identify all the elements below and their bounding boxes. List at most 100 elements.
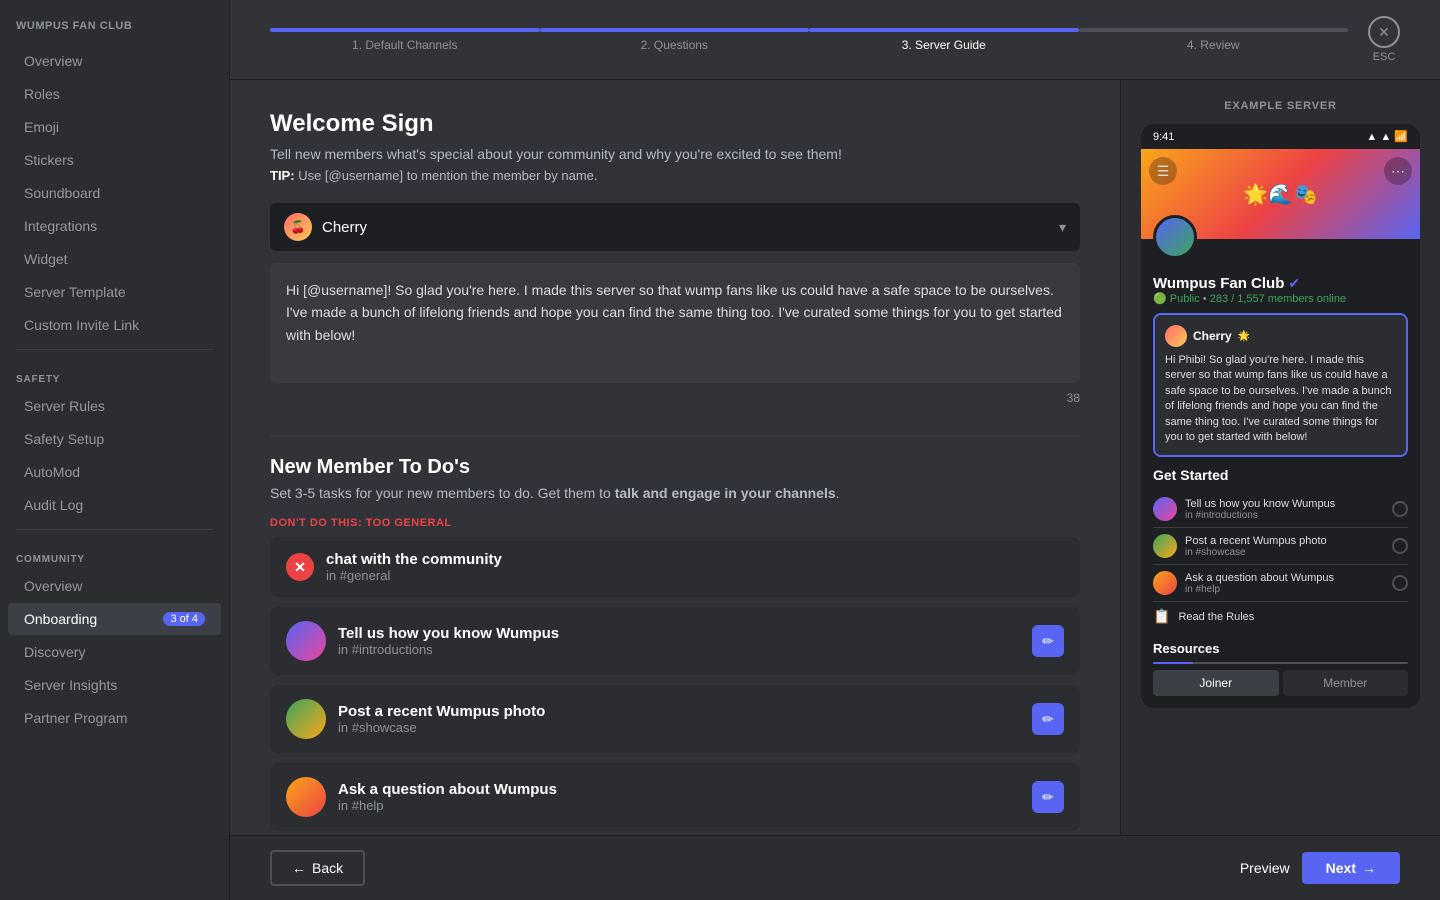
server-icon	[1153, 215, 1197, 259]
good-task-1-info: Tell us how you know Wumpus in #introduc…	[338, 625, 1020, 657]
sidebar-item-audit-log[interactable]: Audit Log	[8, 489, 221, 521]
onboarding-task-1: Tell us how you know Wumpus in #introduc…	[1153, 491, 1408, 528]
progress-label-1: 1. Default Channels	[352, 38, 457, 52]
sidebar-item-community-overview[interactable]: Overview	[8, 570, 221, 602]
progress-header: 1. Default Channels 2. Questions 3. Serv…	[230, 0, 1440, 80]
footer-right: Preview Next →	[1240, 852, 1400, 884]
progress-bar-3	[809, 28, 1079, 32]
phone-status-bar: 9:41 ▲ ▲ 📶	[1141, 124, 1420, 149]
task-1-check[interactable]	[1392, 501, 1408, 517]
welcome-avatar	[1165, 325, 1187, 347]
progress-label-3: 3. Server Guide	[902, 38, 986, 52]
welcome-username: Cherry	[1193, 329, 1232, 343]
preview-server-name: Wumpus Fan Club	[1153, 275, 1284, 292]
progress-step-3[interactable]: 3. Server Guide	[809, 28, 1079, 52]
task-avatar-3	[286, 777, 326, 817]
good-task-1-name: Tell us how you know Wumpus	[338, 625, 1020, 642]
phone-banner: ☰ ⋯ 🌟🌊🎭	[1141, 149, 1420, 239]
edit-task-1-button[interactable]: ✏	[1032, 625, 1064, 657]
form-description: Tell new members what's special about yo…	[270, 146, 1080, 162]
tab-member[interactable]: Member	[1283, 670, 1409, 696]
back-label: Back	[312, 860, 343, 876]
dropdown-left: 🍒 Cherry	[284, 213, 367, 241]
good-task-3-info: Ask a question about Wumpus in #help	[338, 781, 1020, 813]
tab-joiner[interactable]: Joiner	[1153, 670, 1279, 696]
onboarding-task-2-info: Post a recent Wumpus photo in #showcase	[1185, 535, 1384, 558]
progress-step-2[interactable]: 2. Questions	[540, 28, 810, 52]
progress-bar-1	[270, 28, 540, 32]
rules-icon: 📋	[1153, 608, 1170, 625]
form-tip: TIP: Use [@username] to mention the memb…	[270, 168, 1080, 183]
task-x-icon: ✕	[286, 553, 314, 581]
main-content: 1. Default Channels 2. Questions 3. Serv…	[230, 0, 1440, 900]
hamburger-icon: ☰	[1149, 157, 1177, 185]
progress-label-4: 4. Review	[1187, 38, 1240, 52]
task-2-check[interactable]	[1392, 538, 1408, 554]
resources-active-indicator	[1153, 662, 1193, 664]
server-name: WUMPUS FAN CLUB	[0, 20, 229, 44]
progress-step-1[interactable]: 1. Default Channels	[270, 28, 540, 52]
good-task-2: Post a recent Wumpus photo in #showcase …	[270, 685, 1080, 753]
onboarding-task-3: Ask a question about Wumpus in #help	[1153, 565, 1408, 602]
good-task-2-channel: in #showcase	[338, 720, 1020, 735]
sidebar-item-server-rules[interactable]: Server Rules	[8, 390, 221, 422]
onboarding-badge: 3 of 4	[163, 612, 205, 626]
chevron-down-icon: ▾	[1059, 219, 1066, 236]
server-card: Wumpus Fan Club ✔ 🟢 Public • 283 / 1,557…	[1141, 239, 1420, 708]
sidebar-item-overview[interactable]: Overview	[8, 45, 221, 77]
welcome-signer-dropdown[interactable]: 🍒 Cherry ▾	[270, 203, 1080, 251]
sidebar-item-automod[interactable]: AutoMod	[8, 456, 221, 488]
phone-time: 9:41	[1153, 131, 1174, 143]
tip-label: TIP:	[270, 168, 295, 183]
progress-label-2: 2. Questions	[641, 38, 708, 52]
sidebar-item-emoji[interactable]: Emoji	[8, 111, 221, 143]
welcome-message-box[interactable]: Hi [@username]! So glad you're here. I m…	[270, 263, 1080, 383]
esc-label: ESC	[1373, 51, 1396, 63]
new-member-desc: Set 3-5 tasks for your new members to do…	[270, 485, 1080, 501]
good-task-3: Ask a question about Wumpus in #help ✏	[270, 763, 1080, 831]
sidebar-item-server-insights[interactable]: Server Insights	[8, 669, 221, 701]
progress-step-4[interactable]: 4. Review	[1079, 28, 1349, 52]
onboarding-task-2: Post a recent Wumpus photo in #showcase	[1153, 528, 1408, 565]
welcome-card: Cherry 🌟 Hi Phibi! So glad you're here. …	[1153, 313, 1408, 457]
sidebar-item-server-template[interactable]: Server Template	[8, 276, 221, 308]
good-task-3-channel: in #help	[338, 798, 1020, 813]
signer-avatar: 🍒	[284, 213, 312, 241]
next-button[interactable]: Next →	[1302, 852, 1400, 884]
back-button[interactable]: ← Back	[270, 850, 365, 886]
bad-task-name: chat with the community	[326, 551, 1064, 568]
sidebar-item-integrations[interactable]: Integrations	[8, 210, 221, 242]
bad-task-channel: in #general	[326, 568, 1064, 583]
esc-button[interactable]: ✕ ESC	[1368, 16, 1400, 63]
new-member-title: New Member To Do's	[270, 456, 1080, 479]
sidebar-item-roles[interactable]: Roles	[8, 78, 221, 110]
sidebar-divider-2	[16, 529, 213, 530]
sidebar-item-custom-invite[interactable]: Custom Invite Link	[8, 309, 221, 341]
example-server-label: EXAMPLE SERVER	[1141, 100, 1420, 112]
content-area: Welcome Sign Tell new members what's spe…	[230, 80, 1440, 835]
sidebar-item-stickers[interactable]: Stickers	[8, 144, 221, 176]
sidebar-item-widget[interactable]: Widget	[8, 243, 221, 275]
sidebar-item-partner-program[interactable]: Partner Program	[8, 702, 221, 734]
onboarding-avatar-3	[1153, 571, 1177, 595]
section-divider	[270, 435, 1080, 436]
read-rules-row: 📋 Read the Rules	[1153, 602, 1408, 631]
resources-section: Resources Joiner Member	[1153, 641, 1408, 696]
sidebar-item-discovery[interactable]: Discovery	[8, 636, 221, 668]
edit-task-3-button[interactable]: ✏	[1032, 781, 1064, 813]
preview-button[interactable]: Preview	[1240, 860, 1290, 876]
sidebar-item-soundboard[interactable]: Soundboard	[8, 177, 221, 209]
sidebar-item-onboarding[interactable]: Onboarding 3 of 4	[8, 603, 221, 635]
task-3-check[interactable]	[1392, 575, 1408, 591]
section-safety: SAFETY	[0, 358, 229, 389]
char-count: 38	[270, 391, 1080, 405]
preview-panel: EXAMPLE SERVER 9:41 ▲ ▲ 📶 ☰ ⋯ 🌟🌊🎭	[1120, 80, 1440, 835]
sidebar-item-safety-setup[interactable]: Safety Setup	[8, 423, 221, 455]
resources-divider	[1153, 662, 1408, 664]
edit-task-2-button[interactable]: ✏	[1032, 703, 1064, 735]
welcome-card-header: Cherry 🌟	[1165, 325, 1396, 347]
onboarding-task-1-info: Tell us how you know Wumpus in #introduc…	[1185, 498, 1384, 521]
esc-icon: ✕	[1368, 16, 1400, 48]
good-task-3-name: Ask a question about Wumpus	[338, 781, 1020, 798]
good-task-1: Tell us how you know Wumpus in #introduc…	[270, 607, 1080, 675]
